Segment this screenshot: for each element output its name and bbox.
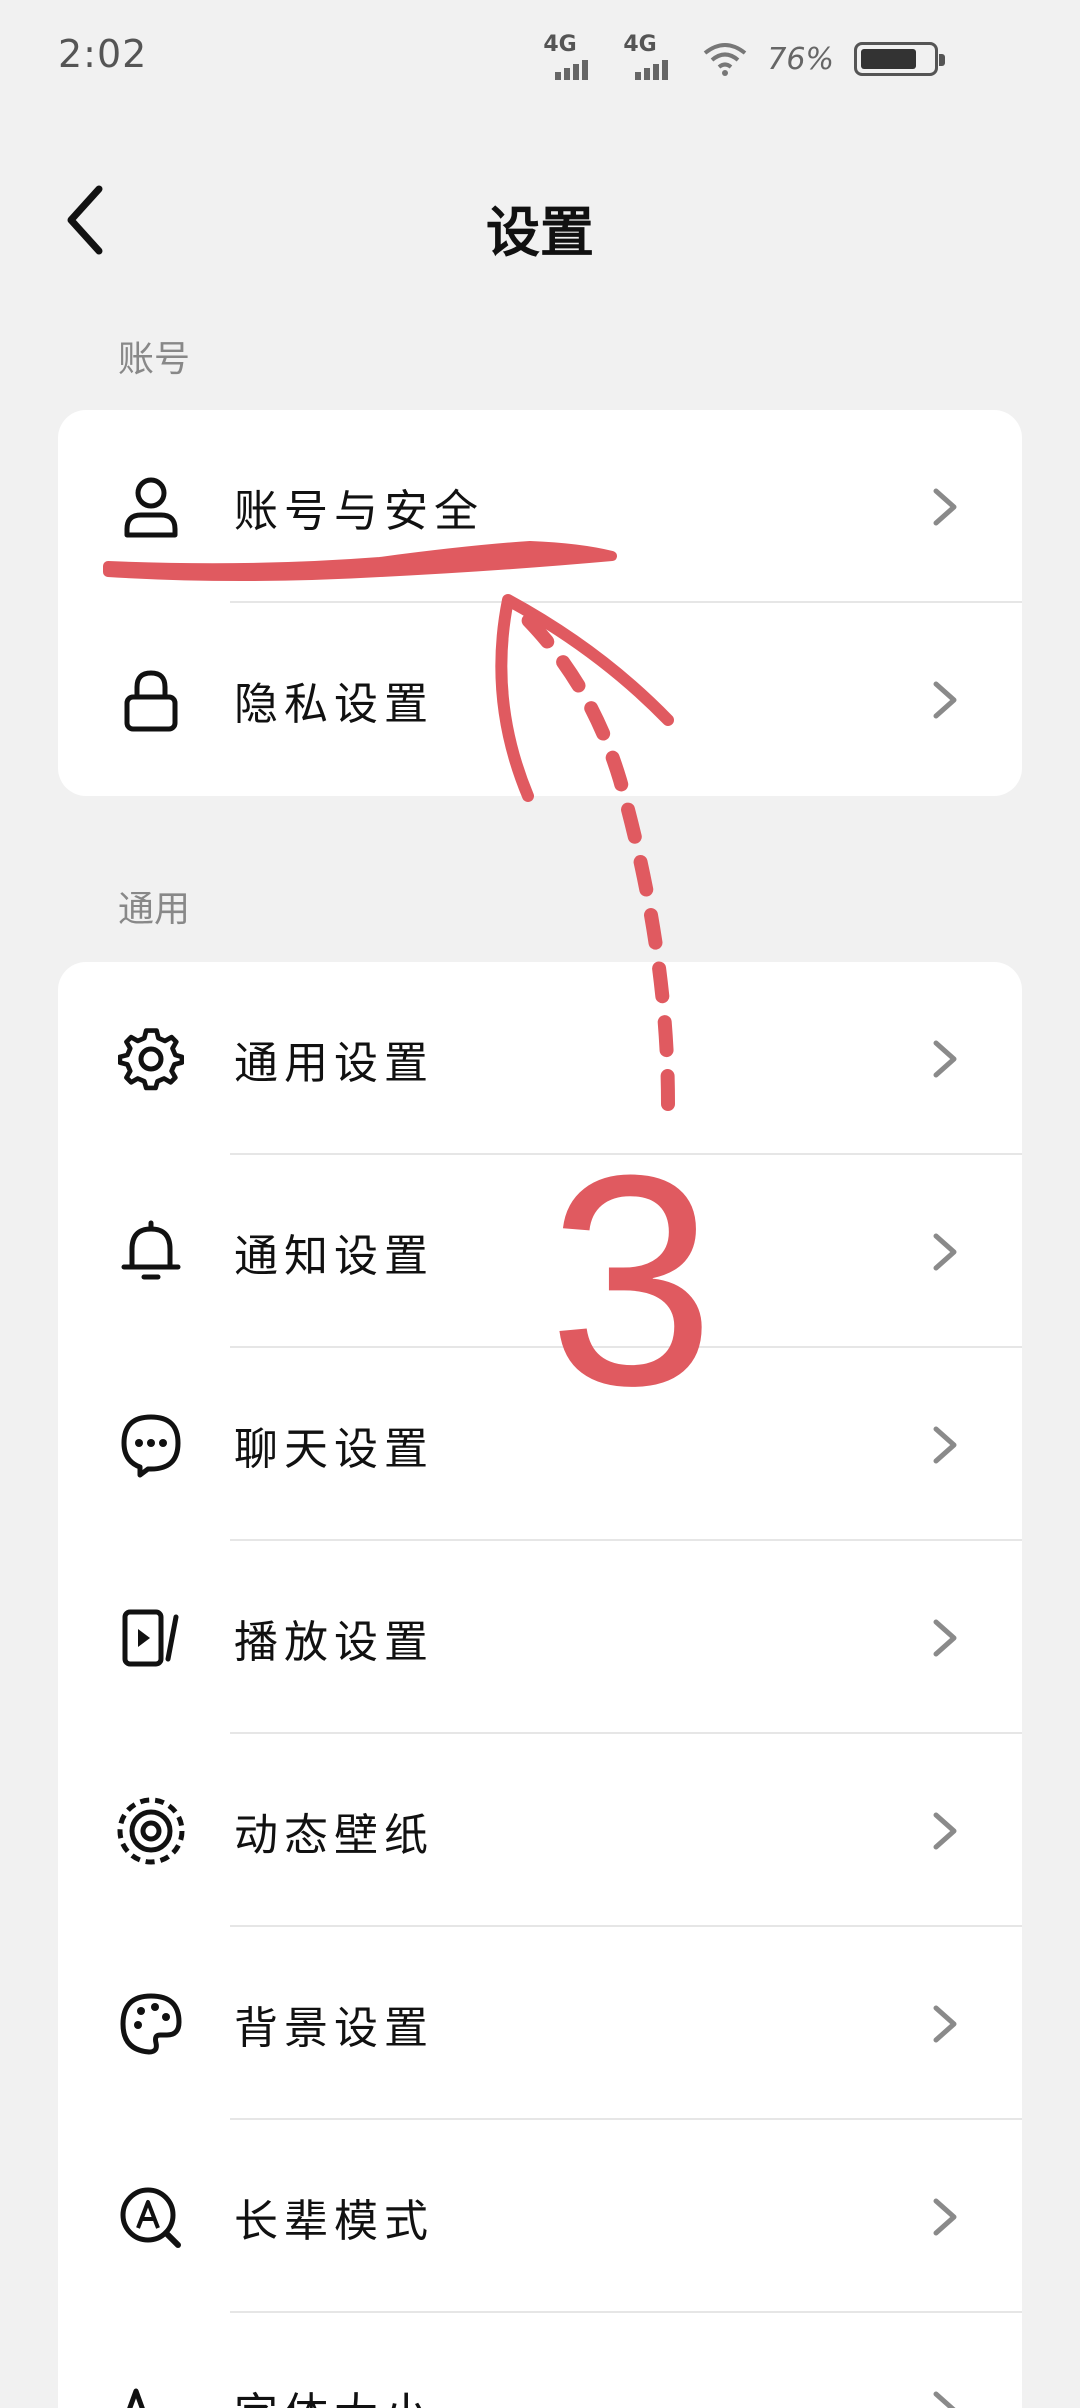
settings-item-font-size[interactable]: 字体大小 — [58, 2313, 1022, 2408]
user-icon — [116, 472, 186, 542]
status-time: 2:02 — [58, 32, 148, 76]
settings-item-label: 通用设置 — [234, 1037, 434, 1089]
gear-icon — [116, 1024, 186, 1094]
section-label-general: 通用 — [118, 889, 191, 930]
palette-icon — [116, 1989, 186, 2059]
settings-item-privacy[interactable]: 隐私设置 — [58, 603, 1022, 796]
chevron-right-icon — [933, 2391, 956, 2408]
settings-item-label: 聊天设置 — [234, 1423, 434, 1475]
chevron-right-icon — [933, 2005, 957, 2042]
settings-item-background[interactable]: 背景设置 — [58, 1927, 1022, 2120]
signal-label: 4G — [623, 32, 657, 57]
wifi-icon — [704, 43, 747, 76]
header: 设置 — [0, 160, 1080, 280]
settings-item-account-security[interactable]: 账号与安全 — [58, 410, 1022, 603]
settings-item-chat[interactable]: 聊天设置 — [58, 1348, 1022, 1541]
battery-percent: 76% — [767, 41, 834, 77]
battery-level — [861, 49, 916, 69]
signal-label: 4G — [543, 32, 577, 57]
chevron-right-icon — [933, 1040, 957, 1077]
annotation-step-number: 3 — [548, 1112, 715, 1448]
settings-item-label: 通知设置 — [234, 1230, 434, 1282]
settings-item-label: 字体大小 — [234, 2378, 434, 2408]
chevron-right-icon — [933, 1619, 957, 1656]
settings-item-label: 播放设置 — [234, 1616, 434, 1668]
target-icon — [116, 1796, 186, 1866]
settings-item-general[interactable]: 通用设置 — [58, 962, 1022, 1155]
settings-item-live-wallpaper[interactable]: 动态壁纸 — [58, 1734, 1022, 1927]
elder-mode-icon — [116, 2182, 186, 2252]
chevron-right-icon — [933, 488, 957, 525]
status-icons: 4G 4G 76% — [543, 32, 945, 82]
settings-item-label: 长辈模式 — [234, 2195, 434, 2247]
general-card: 通用设置 通知设置 聊天设置 播放设置 动态壁纸 背景设置 长辈模式 — [58, 962, 1022, 2408]
signal-icon: 4G — [623, 32, 683, 82]
status-bar: 2:02 4G 4G 76% — [0, 0, 1080, 120]
settings-screen: 2:02 4G 4G 76% 设置 账号 账号与安全 隐私设置 通用 通用设置 … — [0, 0, 1080, 2408]
battery-icon — [854, 42, 945, 76]
settings-item-notifications[interactable]: 通知设置 — [58, 1155, 1022, 1348]
lock-icon — [116, 665, 186, 735]
settings-item-label: 隐私设置 — [234, 678, 434, 730]
chevron-right-icon — [933, 2198, 957, 2235]
settings-item-playback[interactable]: 播放设置 — [58, 1541, 1022, 1734]
play-icon — [116, 1603, 186, 1673]
signal-icon: 4G — [543, 32, 603, 82]
font-size-icon — [116, 2375, 186, 2408]
page-title: 设置 — [486, 201, 594, 264]
account-card: 账号与安全 隐私设置 — [58, 410, 1022, 796]
chevron-right-icon — [933, 1233, 957, 1270]
settings-item-label: 动态壁纸 — [234, 1809, 434, 1861]
chevron-right-icon — [933, 1426, 957, 1463]
bell-icon — [116, 1217, 186, 1287]
settings-item-elder-mode[interactable]: 长辈模式 — [58, 2120, 1022, 2313]
chevron-right-icon — [933, 1812, 957, 1849]
settings-item-label: 背景设置 — [234, 2002, 434, 2054]
chevron-right-icon — [933, 681, 957, 718]
section-label-account: 账号 — [118, 339, 191, 380]
chat-bubble-icon — [116, 1410, 186, 1480]
settings-item-label: 账号与安全 — [234, 485, 484, 537]
